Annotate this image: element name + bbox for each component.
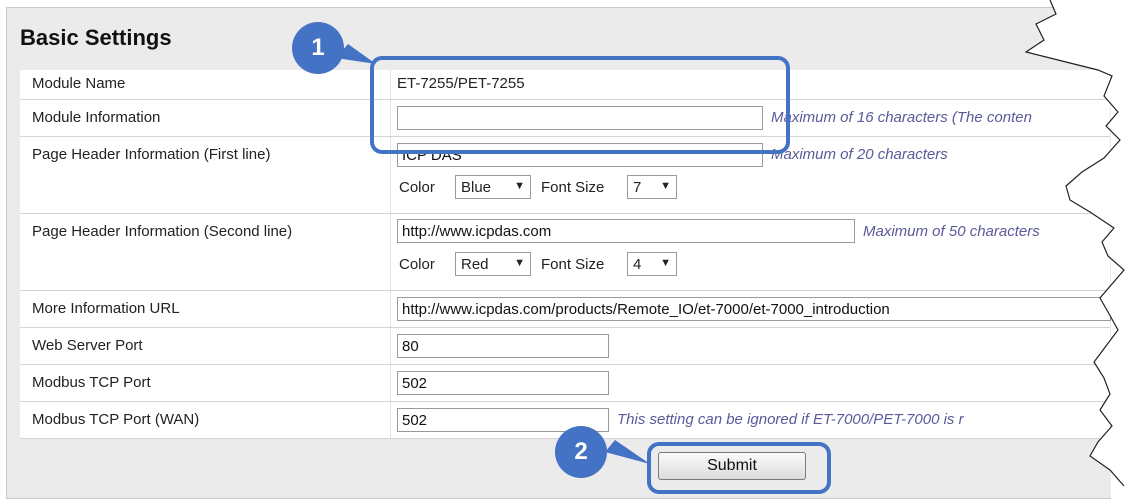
- torn-edge-graphic: [1024, 0, 1128, 500]
